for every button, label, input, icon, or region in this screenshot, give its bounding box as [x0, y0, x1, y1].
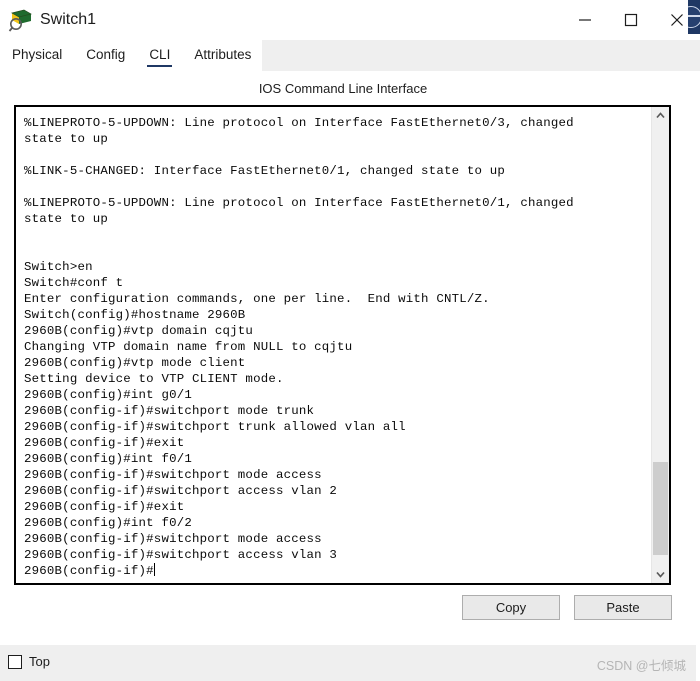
cli-panel: IOS Command Line Interface %LINEPROTO-5-… [0, 71, 700, 645]
tab-list: Physical Config CLI Attributes [0, 40, 263, 71]
terminal-line: Switch#conf t [24, 276, 124, 290]
terminal-container: %LINEPROTO-5-UPDOWN: Line protocol on In… [14, 105, 671, 585]
terminal-line: Switch(config)#hostname 2960B [24, 308, 246, 322]
footer-right-edge [696, 645, 700, 681]
terminal-line: 2960B(config)#int f0/1 [24, 452, 192, 466]
watermark: CSDN @七倾城 [596, 659, 686, 673]
terminal-line: %LINK-5-CHANGED: Interface FastEthernet0… [24, 164, 506, 178]
terminal-prompt-line[interactable]: 2960B(config-if)# [24, 563, 647, 579]
terminal-line: Setting device to VTP CLIENT mode. [24, 372, 284, 386]
globe-icon [688, 6, 700, 28]
tab-cli[interactable]: CLI [137, 40, 182, 67]
terminal-line: 2960B(config-if)#switchport mode access [24, 532, 322, 546]
tab-strip: Physical Config CLI Attributes [0, 40, 700, 71]
terminal-line: 2960B(config)#vtp domain cqjtu [24, 324, 254, 338]
paste-button[interactable]: Paste [574, 595, 672, 620]
terminal-scrollbar[interactable] [651, 107, 669, 583]
tab-config-label: Config [86, 47, 126, 62]
minimize-button[interactable] [562, 0, 608, 40]
terminal-line: 2960B(config-if)#exit [24, 436, 185, 450]
tab-attributes-label: Attributes [194, 47, 252, 62]
background-window-edge[interactable] [688, 0, 700, 34]
tab-config[interactable]: Config [74, 40, 137, 64]
text-cursor [153, 563, 155, 576]
terminal-line: 2960B(config-if)#exit [24, 500, 185, 514]
paste-button-label: Paste [606, 600, 640, 615]
tab-physical-label: Physical [12, 47, 63, 62]
minimize-icon [579, 19, 591, 21]
tab-attributes[interactable]: Attributes [182, 40, 263, 64]
terminal-line: 2960B(config-if)#switchport mode trunk [24, 404, 315, 418]
terminal-line: %LINEPROTO-5-UPDOWN: Line protocol on In… [24, 196, 574, 210]
window-footer: Top CSDN @七倾城 [0, 645, 700, 681]
terminal-output[interactable]: %LINEPROTO-5-UPDOWN: Line protocol on In… [16, 107, 651, 583]
top-checkbox-label: Top [29, 654, 50, 669]
tab-physical[interactable]: Physical [0, 40, 74, 64]
switch-device-icon [8, 7, 34, 33]
chevron-down-icon [656, 571, 665, 578]
chevron-up-icon [656, 112, 665, 119]
terminal-line: state to up [24, 212, 108, 226]
terminal-line: 2960B(config)#int g0/1 [24, 388, 192, 402]
window-titlebar: Switch1 [0, 0, 700, 40]
maximize-button[interactable] [608, 0, 654, 40]
terminal-line: Changing VTP domain name from NULL to cq… [24, 340, 353, 354]
terminal-line: 2960B(config-if)#switchport mode access [24, 468, 322, 482]
scroll-down-button[interactable] [652, 566, 669, 583]
maximize-icon [624, 13, 638, 27]
terminal-line: Switch>en [24, 260, 93, 274]
window-title: Switch1 [40, 11, 97, 28]
terminal-line: 2960B(config)#int f0/2 [24, 516, 192, 530]
copy-button-label: Copy [495, 600, 527, 615]
terminal-line: Enter configuration commands, one per li… [24, 292, 490, 306]
tab-cli-label: CLI [149, 47, 171, 62]
panel-title: IOS Command Line Interface [258, 81, 428, 96]
top-checkbox-group[interactable]: Top [8, 654, 50, 669]
terminal-line: %LINEPROTO-5-UPDOWN: Line protocol on In… [24, 116, 574, 130]
terminal-line: 2960B(config-if)#switchport trunk allowe… [24, 420, 406, 434]
scrollbar-thumb[interactable] [653, 462, 668, 555]
close-icon [671, 14, 683, 26]
terminal-line: 2960B(config-if)#switchport access vlan … [24, 548, 338, 562]
terminal-line: state to up [24, 132, 108, 146]
top-checkbox[interactable] [8, 654, 22, 669]
copy-button[interactable]: Copy [462, 595, 560, 620]
scroll-up-button[interactable] [652, 107, 669, 124]
terminal-line: 2960B(config-if)#switchport access vlan … [24, 484, 338, 498]
action-button-row: Copy Paste [0, 595, 686, 620]
terminal-line: 2960B(config)#vtp mode client [24, 356, 246, 370]
